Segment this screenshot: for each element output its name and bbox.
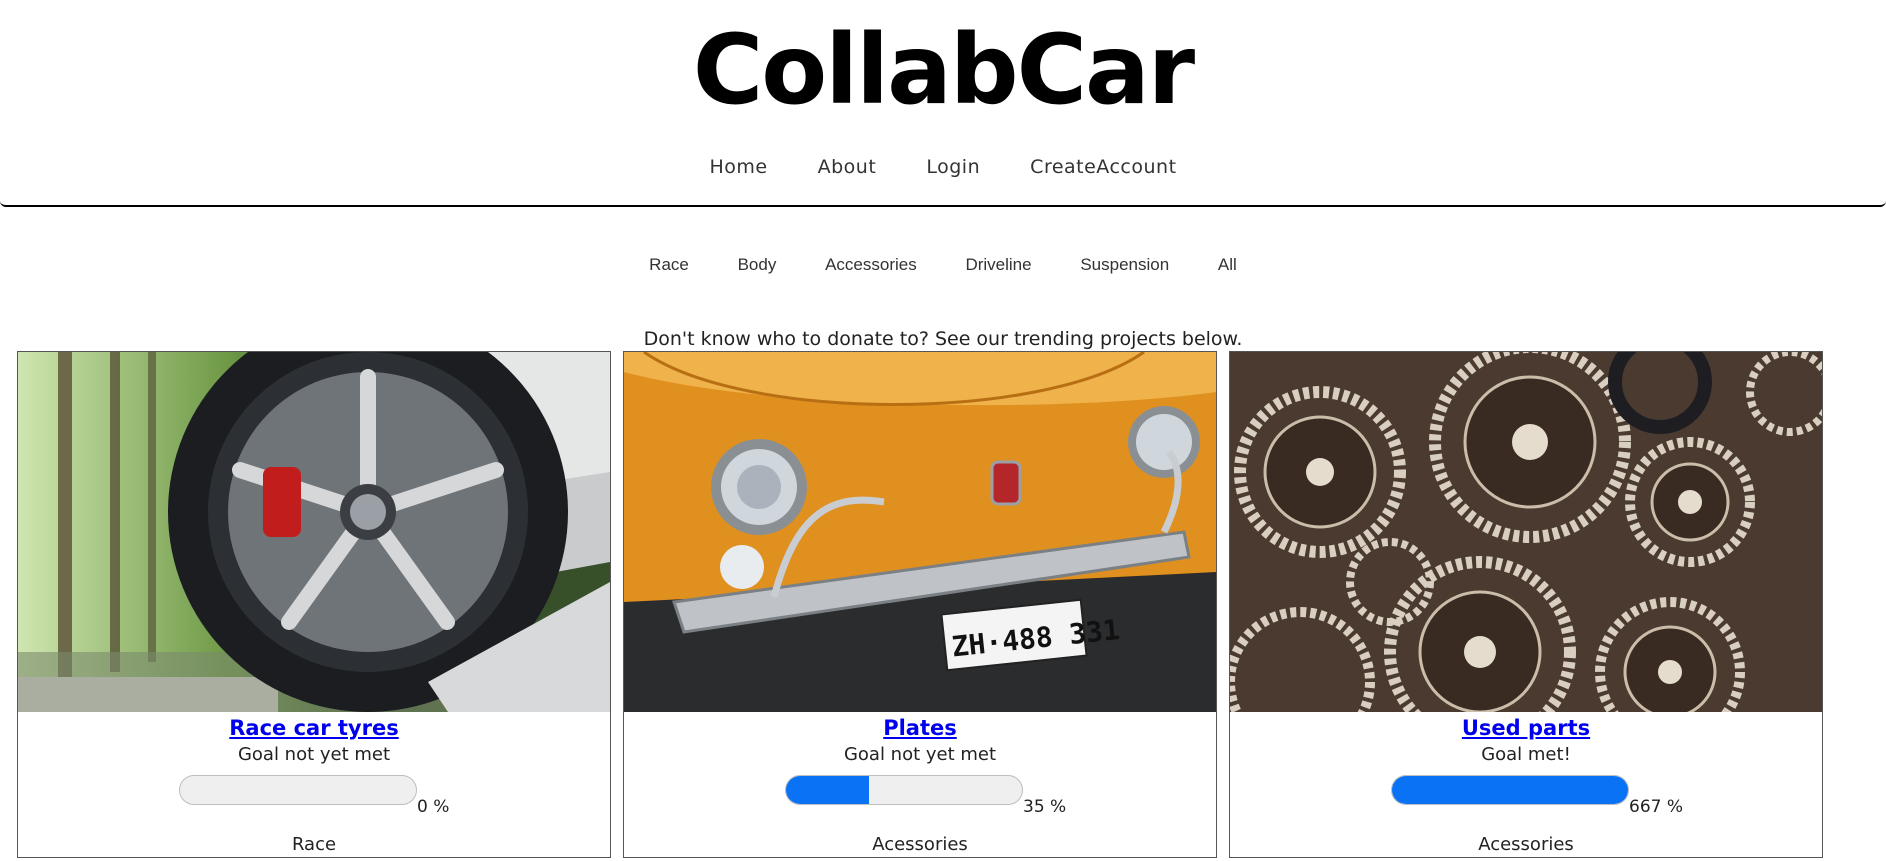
progress-percent: 0 %	[417, 797, 450, 817]
progress-bar	[179, 775, 417, 805]
project-title-link[interactable]: Race car tyres	[18, 716, 610, 740]
nav-about-link[interactable]: About	[818, 156, 877, 178]
project-card: Used parts Goal met! 667 % Acessories	[1229, 351, 1823, 858]
progress-fill	[786, 776, 869, 804]
project-image-gears[interactable]	[1230, 352, 1822, 712]
site-title: CollabCar	[692, 14, 1195, 126]
category-nav: Race Body Accessories Driveline Suspensi…	[0, 255, 1886, 275]
project-status: Goal met!	[1481, 744, 1571, 765]
project-card: Race car tyres Goal not yet met 0 % Race	[17, 351, 611, 858]
site-header: CollabCar Home About Login CreateAccount	[0, 0, 1886, 207]
project-category: Acessories	[872, 834, 968, 855]
project-status: Goal not yet met	[237, 744, 391, 765]
category-body-link[interactable]: Body	[738, 255, 777, 275]
category-driveline-link[interactable]: Driveline	[965, 255, 1031, 275]
progress-row: 667 %	[1230, 775, 1822, 817]
progress-percent: 35 %	[1023, 797, 1067, 817]
project-image-car-wheel[interactable]	[18, 352, 610, 712]
project-category: Acessories	[1478, 834, 1574, 855]
project-category: Race	[291, 834, 337, 855]
progress-bar	[785, 775, 1023, 805]
category-all-link[interactable]: All	[1218, 255, 1237, 275]
progress-row: 0 %	[18, 775, 610, 817]
main-nav: Home About Login CreateAccount	[0, 156, 1886, 178]
progress-row: 35 %	[624, 775, 1216, 817]
category-accessories-link[interactable]: Accessories	[825, 255, 917, 275]
category-race-link[interactable]: Race	[649, 255, 689, 275]
nav-create-account-link[interactable]: CreateAccount	[1030, 156, 1176, 178]
project-title-link[interactable]: Plates	[624, 716, 1216, 740]
category-suspension-link[interactable]: Suspension	[1080, 255, 1169, 275]
progress-percent: 667 %	[1629, 797, 1684, 817]
progress-bar	[1391, 775, 1629, 805]
project-card: ZH·488 331 Plates Goal not yet met 35 % …	[623, 351, 1217, 858]
nav-home-link[interactable]: Home	[709, 156, 767, 178]
project-image-orange-car[interactable]: ZH·488 331	[624, 352, 1216, 712]
intro-text: Don't know who to donate to? See our tre…	[643, 328, 1243, 350]
progress-fill	[1392, 776, 1628, 804]
project-status: Goal not yet met	[843, 744, 997, 765]
project-title-link[interactable]: Used parts	[1230, 716, 1822, 740]
nav-login-link[interactable]: Login	[926, 156, 980, 178]
